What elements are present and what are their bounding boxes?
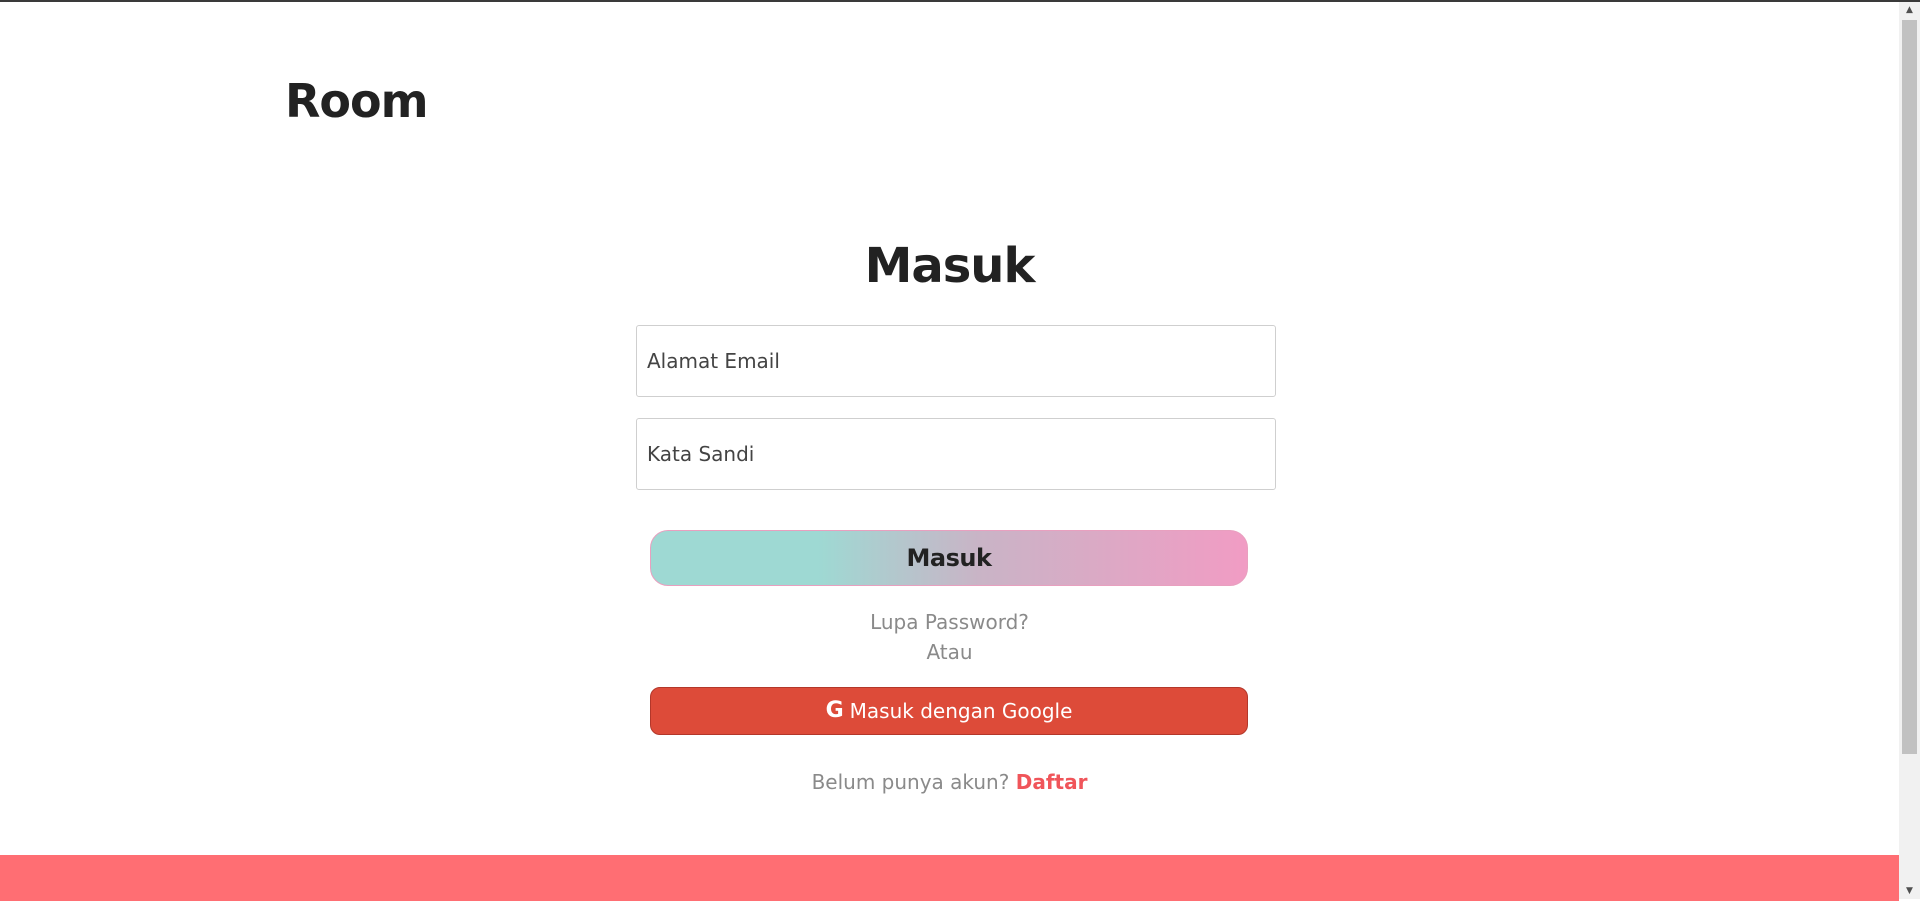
signup-prompt-text: Belum punya akun?	[811, 770, 1010, 794]
google-login-label: Masuk dengan Google	[849, 699, 1073, 723]
page: Room Masuk Masuk Lupa Password? Atau G M…	[0, 2, 1899, 901]
brand-logo[interactable]: Room	[285, 74, 429, 128]
login-button[interactable]: Masuk	[650, 530, 1248, 586]
or-separator: Atau	[926, 640, 973, 664]
forgot-password-link[interactable]: Lupa Password?	[0, 610, 1899, 634]
password-input[interactable]	[636, 418, 1276, 490]
vertical-scrollbar[interactable]: ▲ ▼	[1899, 2, 1920, 899]
scrollbar-thumb[interactable]	[1902, 20, 1917, 754]
signup-link[interactable]: Daftar	[1016, 770, 1088, 794]
footer-band	[0, 855, 1899, 901]
google-icon: G	[825, 698, 844, 723]
signup-prompt-row: Belum punya akun? Daftar	[0, 770, 1899, 794]
scroll-down-arrow-icon[interactable]: ▼	[1899, 883, 1920, 899]
scroll-up-arrow-icon[interactable]: ▲	[1899, 2, 1920, 18]
page-title: Masuk	[864, 238, 1036, 294]
google-login-button[interactable]: G Masuk dengan Google	[650, 687, 1248, 735]
email-input[interactable]	[636, 325, 1276, 397]
